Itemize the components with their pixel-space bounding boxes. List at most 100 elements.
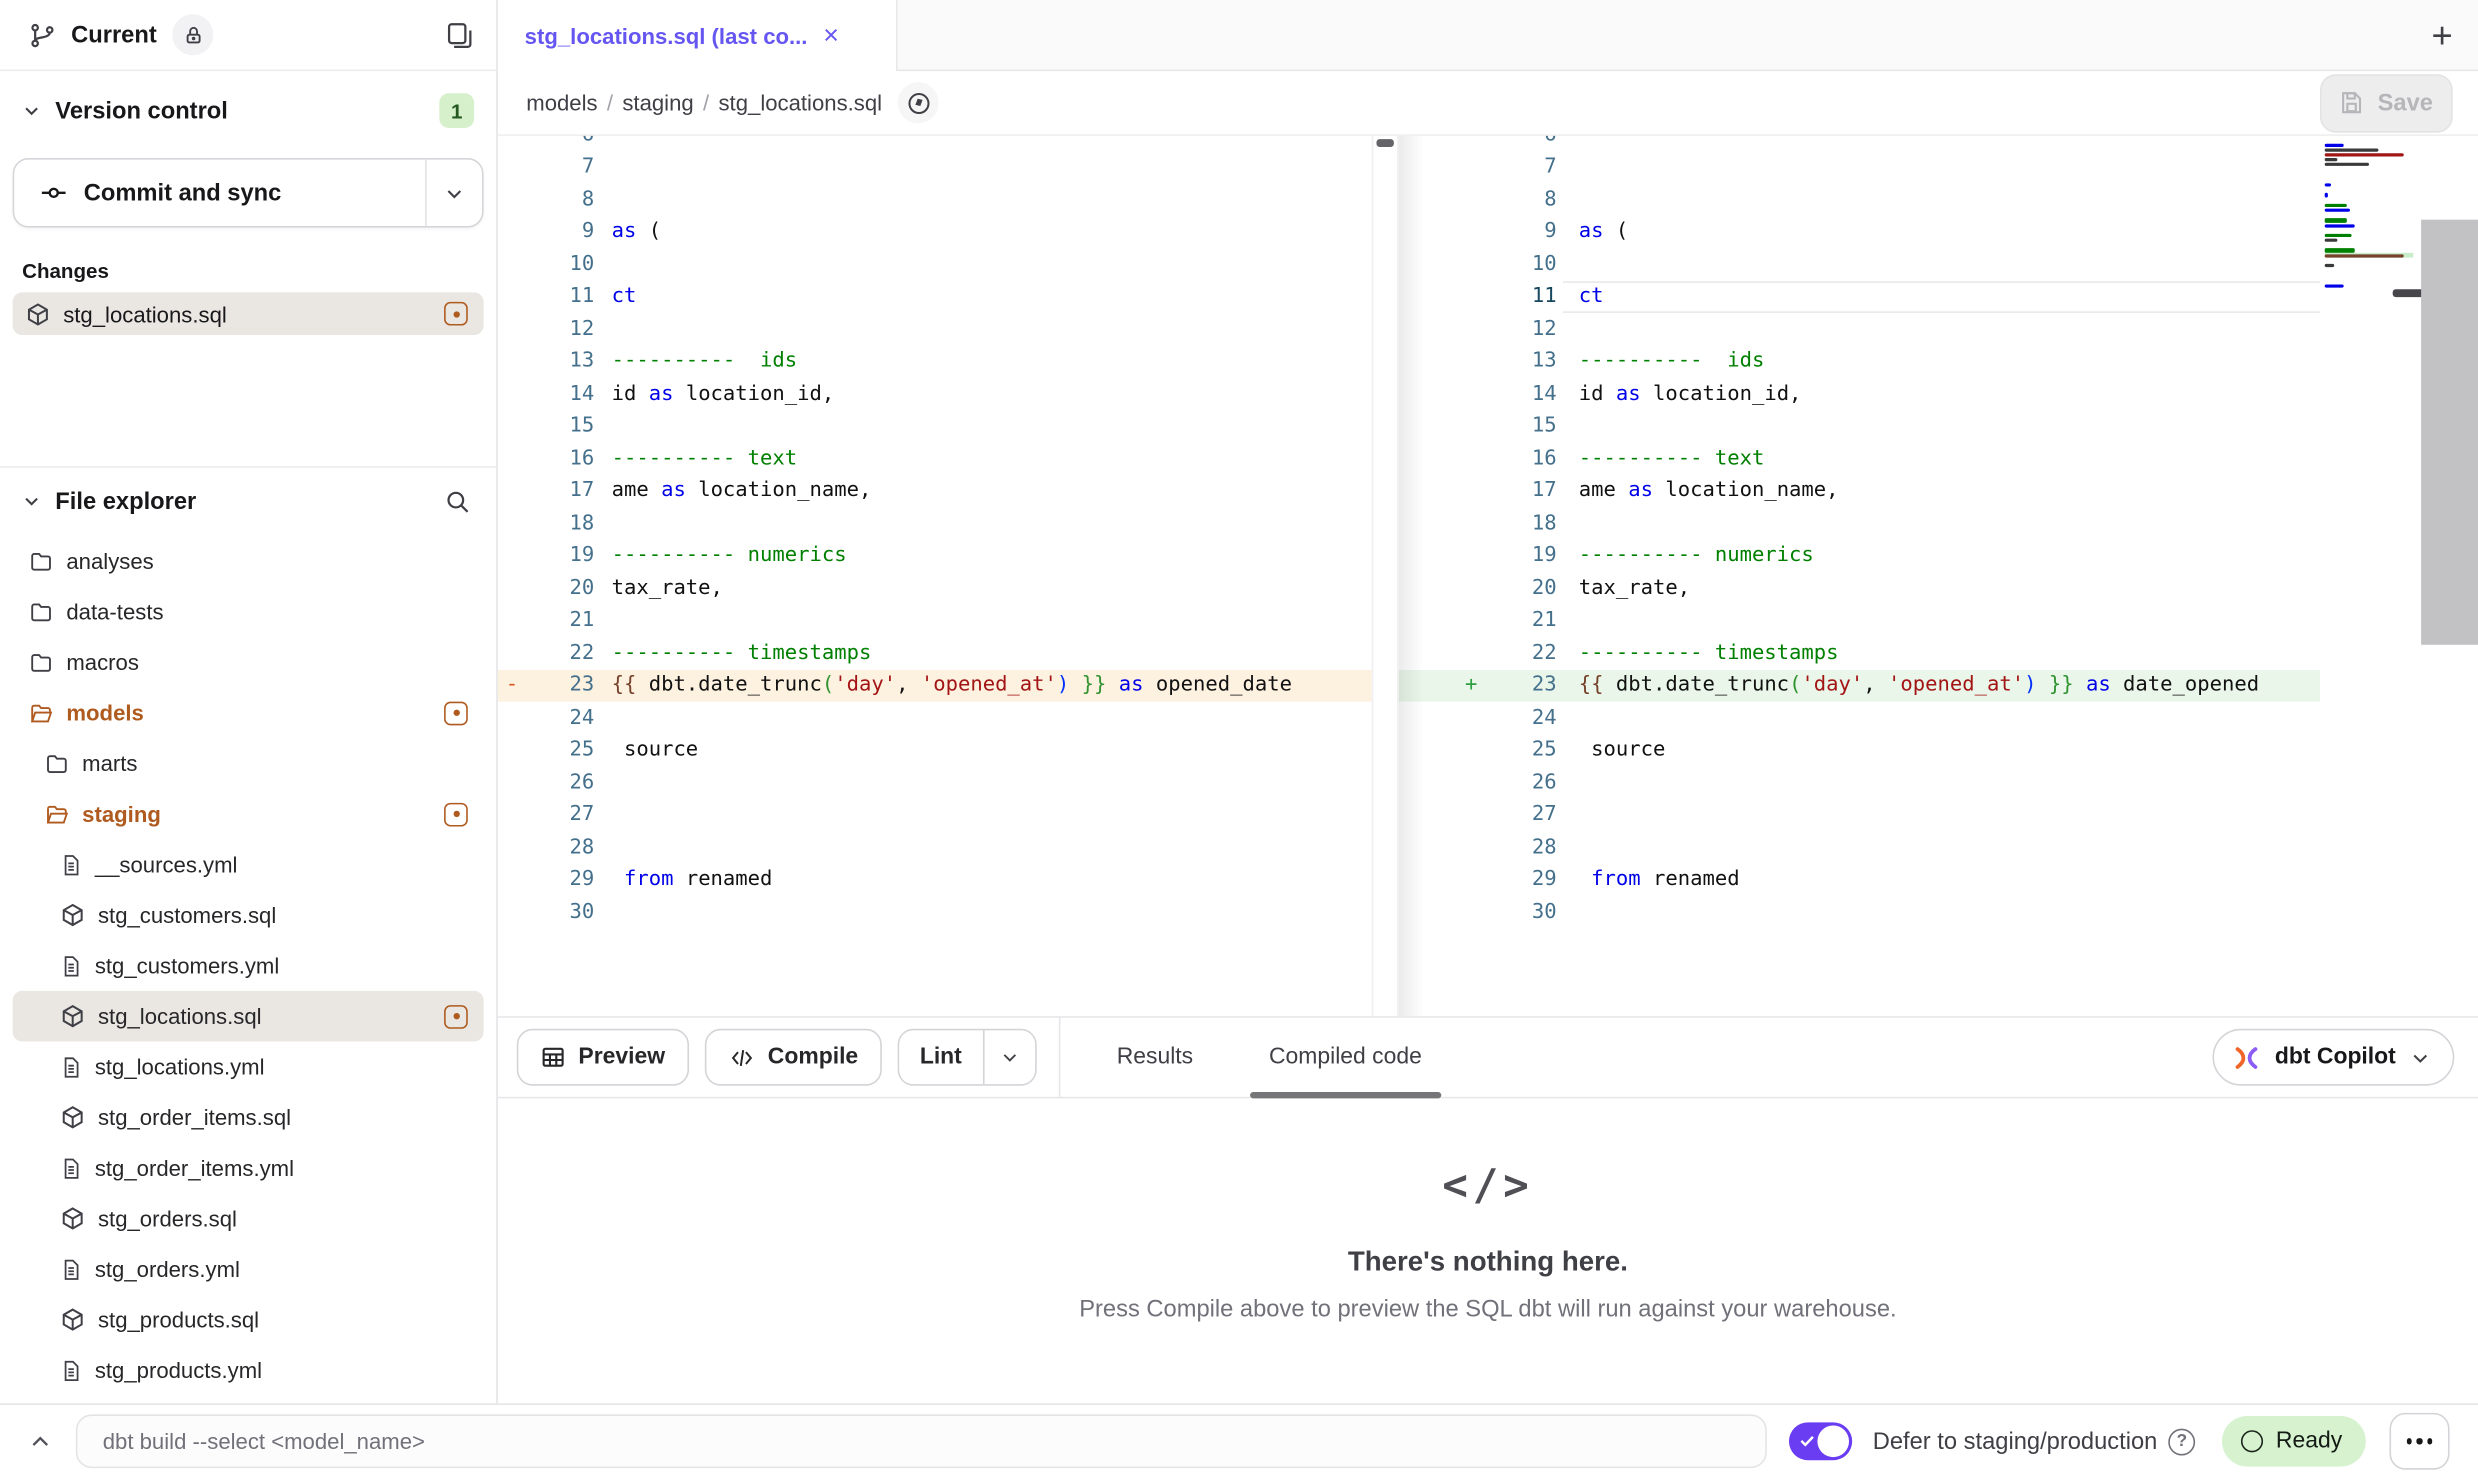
code-line-left-27[interactable]: 27 — [498, 799, 1372, 831]
dbt-copilot-button[interactable]: dbt Copilot — [2213, 1029, 2454, 1086]
version-control-header[interactable]: Version control 1 — [13, 87, 484, 134]
lint-options-caret[interactable] — [982, 1030, 1034, 1084]
code-line-left-14[interactable]: 14id as location_id, — [498, 378, 1372, 410]
file-tree-item-stg_products.yml[interactable]: stg_products.yml — [13, 1345, 484, 1396]
file-tree-item-staging[interactable]: staging — [13, 789, 484, 840]
breadcrumb[interactable]: models / staging / stg_locations.sql — [526, 90, 882, 115]
code-line-left-29[interactable]: 29 from renamed — [498, 864, 1372, 896]
code-line-left-20[interactable]: 20tax_rate, — [498, 572, 1372, 604]
file-tree-item-models[interactable]: models — [13, 687, 484, 738]
command-input[interactable] — [76, 1414, 1767, 1468]
file-tree-item-stg_customers.sql[interactable]: stg_customers.sql — [13, 890, 484, 941]
code-line-right-19[interactable]: 19---------- numerics — [1399, 540, 2320, 572]
code-line-left-7[interactable]: 7 — [498, 151, 1372, 183]
code-line-left-6[interactable]: 6 — [498, 136, 1372, 151]
explore-lineage-button[interactable] — [898, 82, 939, 123]
file-tree-item-marts[interactable]: marts — [13, 738, 484, 789]
code-line-left-25[interactable]: 25 source — [498, 734, 1372, 766]
code-line-right-16[interactable]: 16---------- text — [1399, 442, 2320, 474]
file-tree-item-macros[interactable]: macros — [13, 637, 484, 688]
code-line-left-12[interactable]: 12 — [498, 313, 1372, 345]
close-tab-icon[interactable]: × — [823, 22, 839, 49]
code-line-left-30[interactable]: 30 — [498, 896, 1372, 928]
code-line-left-21[interactable]: 21 — [498, 604, 1372, 636]
duplicate-ide-button[interactable] — [441, 17, 477, 53]
lint-button[interactable]: Lint — [899, 1030, 982, 1084]
code-line-right-28[interactable]: 28 — [1399, 831, 2320, 863]
code-line-left-8[interactable]: 8 — [498, 183, 1372, 215]
minimap[interactable] — [2325, 142, 2420, 293]
code-line-left-17[interactable]: 17ame as location_name, — [498, 475, 1372, 507]
code-line-right-11[interactable]: 11ct — [1399, 281, 2320, 313]
breadcrumb-segment[interactable]: staging — [622, 90, 693, 115]
status-badge[interactable]: Ready — [2222, 1416, 2366, 1467]
file-tree-item-stg_customers.yml[interactable]: stg_customers.yml — [13, 940, 484, 991]
editor-tab-stg-locations[interactable]: stg_locations.sql (last co... × — [498, 0, 898, 71]
code-line-left-23[interactable]: -23{{ dbt.date_trunc('day', 'opened_at')… — [498, 669, 1372, 701]
scrollbar-thumb[interactable] — [1376, 139, 1393, 147]
diff-pane-modified[interactable]: 6 7 8 9as ( 10 11ct 12 13---------- ids … — [1399, 136, 2320, 1016]
code-line-right-7[interactable]: 7 — [1399, 151, 2320, 183]
breadcrumb-segment[interactable]: stg_locations.sql — [718, 90, 882, 115]
code-line-right-6[interactable]: 6 — [1399, 136, 2320, 151]
file-tree-item-data-tests[interactable]: data-tests — [13, 586, 484, 637]
code-line-right-18[interactable]: 18 — [1399, 507, 2320, 539]
file-tree-item-stg_order_items.yml[interactable]: stg_order_items.yml — [13, 1143, 484, 1194]
code-line-right-13[interactable]: 13---------- ids — [1399, 345, 2320, 377]
compile-button[interactable]: Compile — [705, 1029, 882, 1086]
code-line-left-28[interactable]: 28 — [498, 831, 1372, 863]
defer-toggle[interactable] — [1789, 1422, 1852, 1460]
help-icon[interactable]: ? — [2168, 1428, 2195, 1455]
file-search-button[interactable] — [441, 484, 474, 517]
code-line-left-10[interactable]: 10 — [498, 248, 1372, 280]
file-tree-item-stg_orders.sql[interactable]: stg_orders.sql — [13, 1193, 484, 1244]
code-line-right-20[interactable]: 20tax_rate, — [1399, 572, 2320, 604]
code-line-right-9[interactable]: 9as ( — [1399, 216, 2320, 248]
code-line-right-27[interactable]: 27 — [1399, 799, 2320, 831]
file-explorer-header[interactable]: File explorer — [13, 477, 484, 524]
diff-pane-original[interactable]: 6 7 8 9as ( 10 11ct 12 13---------- ids … — [498, 136, 1372, 1016]
more-options-button[interactable] — [2390, 1413, 2450, 1470]
code-line-left-13[interactable]: 13---------- ids — [498, 345, 1372, 377]
code-line-right-14[interactable]: 14id as location_id, — [1399, 378, 2320, 410]
code-line-right-21[interactable]: 21 — [1399, 604, 2320, 636]
code-line-right-23[interactable]: +23{{ dbt.date_trunc('day', 'opened_at')… — [1399, 669, 2320, 701]
code-line-right-12[interactable]: 12 — [1399, 313, 2320, 345]
tab-results[interactable]: Results — [1117, 1016, 1193, 1098]
file-tree-item-__sources.yml[interactable]: __sources.yml — [13, 839, 484, 890]
code-line-right-26[interactable]: 26 — [1399, 766, 2320, 798]
code-line-left-22[interactable]: 22---------- timestamps — [498, 637, 1372, 669]
code-line-right-30[interactable]: 30 — [1399, 896, 2320, 928]
file-tree-item-stg_order_items.sql[interactable]: stg_order_items.sql — [13, 1092, 484, 1143]
breadcrumb-segment[interactable]: models — [526, 90, 597, 115]
file-tree-item-stg_orders.yml[interactable]: stg_orders.yml — [13, 1244, 484, 1295]
code-line-left-9[interactable]: 9as ( — [498, 216, 1372, 248]
tab-compiled-code[interactable]: Compiled code — [1269, 1016, 1422, 1098]
file-tree-item-stg_products.sql[interactable]: stg_products.sql — [13, 1294, 484, 1345]
window-scrollbar[interactable] — [2421, 220, 2478, 645]
code-line-right-15[interactable]: 15 — [1399, 410, 2320, 442]
new-tab-button[interactable]: + — [2431, 17, 2452, 53]
preview-button[interactable]: Preview — [517, 1029, 689, 1086]
code-line-right-22[interactable]: 22---------- timestamps — [1399, 637, 2320, 669]
code-line-right-25[interactable]: 25 source — [1399, 734, 2320, 766]
file-tree-item-stg_locations.sql[interactable]: stg_locations.sql — [13, 991, 484, 1042]
expand-console-button[interactable] — [16, 1429, 63, 1453]
code-line-right-29[interactable]: 29 from renamed — [1399, 864, 2320, 896]
code-line-right-24[interactable]: 24 — [1399, 702, 2320, 734]
code-line-left-11[interactable]: 11ct — [498, 281, 1372, 313]
file-tree-item-analyses[interactable]: analyses — [13, 536, 484, 587]
code-line-right-17[interactable]: 17ame as location_name, — [1399, 475, 2320, 507]
code-line-left-16[interactable]: 16---------- text — [498, 442, 1372, 474]
left-editor-scrollbar[interactable] — [1372, 136, 1399, 1016]
commit-options-caret[interactable] — [425, 160, 482, 226]
code-line-right-10[interactable]: 10 — [1399, 248, 2320, 280]
code-line-left-19[interactable]: 19---------- numerics — [498, 540, 1372, 572]
file-tree-item-stg_locations.yml[interactable]: stg_locations.yml — [13, 1041, 484, 1092]
commit-and-sync-button[interactable]: Commit and sync — [13, 158, 484, 228]
code-line-right-8[interactable]: 8 — [1399, 183, 2320, 215]
changed-file-row[interactable]: stg_locations.sql — [13, 292, 484, 335]
code-line-left-24[interactable]: 24 — [498, 702, 1372, 734]
code-line-left-15[interactable]: 15 — [498, 410, 1372, 442]
code-line-left-26[interactable]: 26 — [498, 766, 1372, 798]
